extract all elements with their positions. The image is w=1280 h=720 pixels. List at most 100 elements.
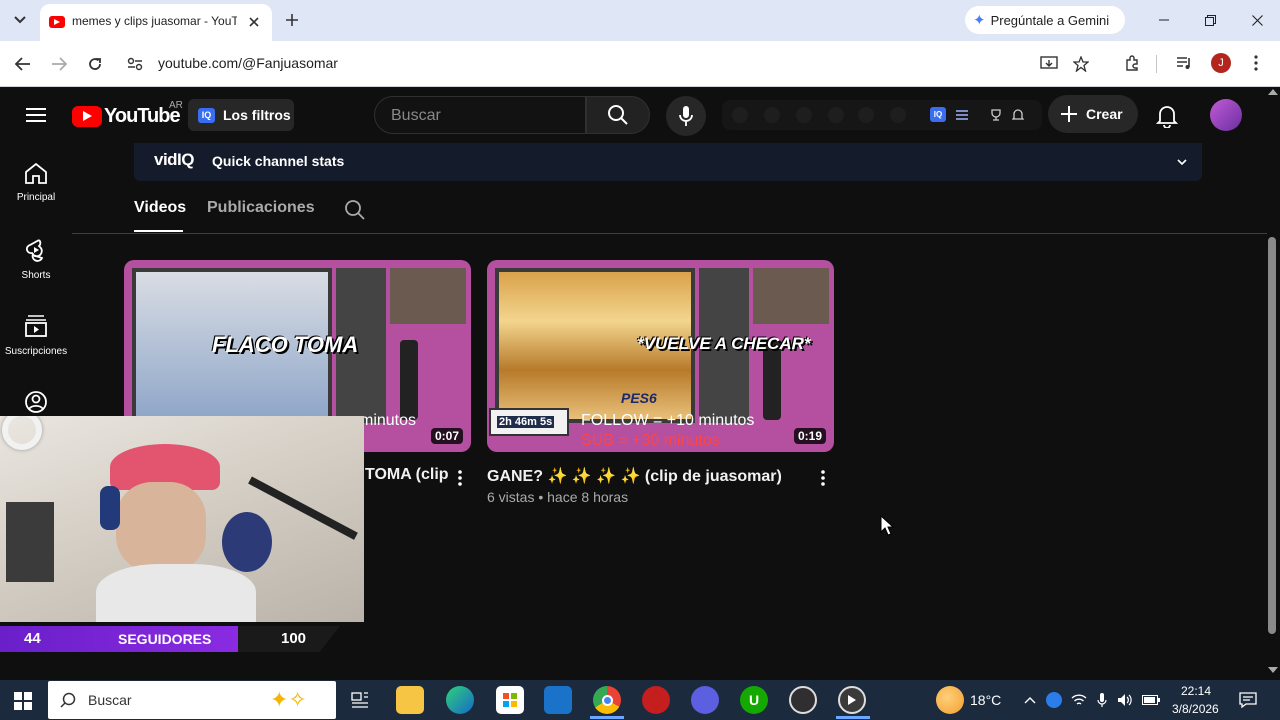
upwork-icon[interactable]: U <box>740 686 768 714</box>
vidiq-tool-dot[interactable] <box>796 107 812 123</box>
vidiq-list-icon[interactable] <box>954 107 970 123</box>
thumb-thermos <box>400 340 418 420</box>
notifications-bell-icon[interactable] <box>1152 101 1182 131</box>
tab-search-button[interactable] <box>8 8 32 32</box>
thumb-caption: *VUELVE A CHECAR* <box>637 334 811 353</box>
chrome-menu-icon[interactable] <box>1246 51 1266 75</box>
tray-chevron-up-icon[interactable] <box>1022 692 1038 708</box>
app-red-icon[interactable] <box>642 686 670 714</box>
vidiq-tool-dot[interactable] <box>858 107 874 123</box>
search-box[interactable]: Buscar <box>374 96 586 134</box>
bookmark-star-icon[interactable] <box>1070 53 1092 75</box>
video-menu-icon[interactable] <box>815 467 831 489</box>
notifications-icon[interactable] <box>1236 690 1260 710</box>
taskbar-search-input[interactable]: Buscar <box>88 692 132 708</box>
hamburger-menu-icon[interactable] <box>22 103 50 127</box>
tabs-divider <box>72 233 1267 234</box>
vidiq-tool-dot[interactable] <box>732 107 748 123</box>
start-button[interactable] <box>12 690 34 712</box>
reload-button[interactable] <box>82 51 108 77</box>
app-blue-icon[interactable] <box>691 686 719 714</box>
video-menu-icon[interactable] <box>452 467 468 489</box>
profile-initial: J <box>1218 57 1224 69</box>
task-view-icon[interactable] <box>346 686 374 714</box>
media-control-icon[interactable] <box>1172 51 1196 75</box>
file-explorer-icon[interactable] <box>396 686 424 714</box>
extensions-icon[interactable] <box>1120 51 1144 75</box>
vidiq-tool-dot[interactable] <box>890 107 906 123</box>
tab-publicaciones[interactable]: Publicaciones <box>207 199 315 217</box>
video-thumbnail[interactable]: *VUELVE A CHECAR* PES6 2h 46m 5s FOLLOW … <box>487 260 834 452</box>
vidiq-tool-dot[interactable] <box>764 107 780 123</box>
minimize-button[interactable] <box>1150 8 1178 32</box>
subscriptions-icon <box>25 315 47 337</box>
vidiq-quick-stats-bar[interactable]: vidIQ Quick channel stats <box>134 143 1202 181</box>
microsoft-store-icon[interactable] <box>496 686 524 714</box>
vidiq-tool-dot[interactable] <box>828 107 844 123</box>
scrollbar-thumb[interactable] <box>1268 237 1276 634</box>
followers-current: 44 <box>24 630 41 647</box>
search-input[interactable]: Buscar <box>391 107 441 125</box>
duration-badge: 0:19 <box>793 428 826 444</box>
tab-videos[interactable]: Videos <box>134 199 186 217</box>
restore-button[interactable] <box>1196 8 1224 32</box>
country-code: AR <box>169 100 183 111</box>
profile-avatar[interactable]: J <box>1211 53 1231 73</box>
clock-time[interactable]: 22:14 <box>1181 684 1211 698</box>
chevron-down-icon[interactable] <box>1174 154 1190 170</box>
site-info-icon[interactable] <box>126 55 144 73</box>
thumb-timer-box: 2h 46m 5s <box>489 408 569 436</box>
search-button[interactable] <box>586 96 650 134</box>
account-avatar[interactable] <box>1210 99 1242 131</box>
scrollbar-up-arrow[interactable] <box>1268 89 1278 95</box>
new-tab-button[interactable] <box>280 8 304 32</box>
battery-icon[interactable] <box>1141 691 1161 709</box>
vidiq-logo-icon[interactable]: IQ <box>930 107 946 122</box>
obs-studio-icon[interactable] <box>789 686 817 714</box>
webcam-wall-poster <box>6 502 54 582</box>
channel-search-button[interactable] <box>342 197 368 223</box>
create-button[interactable]: Crear <box>1048 95 1138 133</box>
weather-temp[interactable]: 18°C <box>970 692 1001 708</box>
sidebar-item-shorts[interactable]: Shorts <box>0 226 72 300</box>
wifi-icon[interactable] <box>1070 691 1088 709</box>
vidiq-bell-icon[interactable] <box>1010 107 1026 123</box>
volume-icon[interactable] <box>1116 691 1134 709</box>
scrollbar-down-arrow[interactable] <box>1268 667 1278 673</box>
gemini-label: Pregúntale a Gemini <box>990 12 1110 28</box>
vidiq-trophy-icon[interactable] <box>988 107 1004 123</box>
sidebar-item-principal[interactable]: Principal <box>0 150 72 224</box>
back-button[interactable] <box>10 51 36 77</box>
taskbar-search-box[interactable]: Buscar ✦✧ <box>48 681 336 719</box>
video-title[interactable]: TOMA (clip <box>365 466 449 484</box>
gemini-button[interactable]: ✦ Pregúntale a Gemini <box>965 6 1125 34</box>
voice-search-button[interactable] <box>666 96 706 136</box>
sidebar-item-suscripciones[interactable]: Suscripciones <box>0 302 72 376</box>
youtube-favicon-icon <box>49 16 65 28</box>
chrome-active-icon[interactable] <box>593 686 621 714</box>
clock-date[interactable]: 3/8/2026 <box>1172 702 1219 716</box>
address-bar[interactable]: youtube.com/@Fanjuasomar <box>120 47 1270 81</box>
weather-moon-icon[interactable] <box>936 686 964 714</box>
forward-button[interactable] <box>46 51 72 77</box>
tray-app-icon[interactable] <box>1046 692 1062 708</box>
shorts-icon <box>26 239 44 262</box>
outlook-icon[interactable] <box>544 686 572 714</box>
microphone-tray-icon[interactable] <box>1094 691 1110 709</box>
webcam-plush-toy <box>222 512 272 572</box>
vidiq-filters-button[interactable]: IQ Los filtros <box>188 99 294 131</box>
thumb-game-logo: PES6 <box>621 390 657 406</box>
webcam-person-shirt <box>96 564 256 622</box>
url-text[interactable]: youtube.com/@Fanjuasomar <box>158 55 338 71</box>
browser-tab-active[interactable]: memes y clips juasomar - YouTube <box>40 4 272 41</box>
close-window-button[interactable] <box>1243 8 1271 32</box>
close-tab-icon[interactable] <box>244 12 264 32</box>
youtube-logo[interactable]: YouTube <box>72 104 181 128</box>
edge-browser-icon[interactable] <box>446 686 474 714</box>
video-title[interactable]: GANE? ✨ ✨ ✨ ✨ (clip de juasomar) <box>487 466 782 486</box>
install-app-icon[interactable] <box>1038 53 1060 75</box>
media-player-icon[interactable] <box>838 686 866 714</box>
webcam-person-face <box>116 482 206 572</box>
browser-tab-bar: memes y clips juasomar - YouTube ✦ Pregú… <box>0 0 1280 41</box>
search-icon <box>608 105 628 125</box>
